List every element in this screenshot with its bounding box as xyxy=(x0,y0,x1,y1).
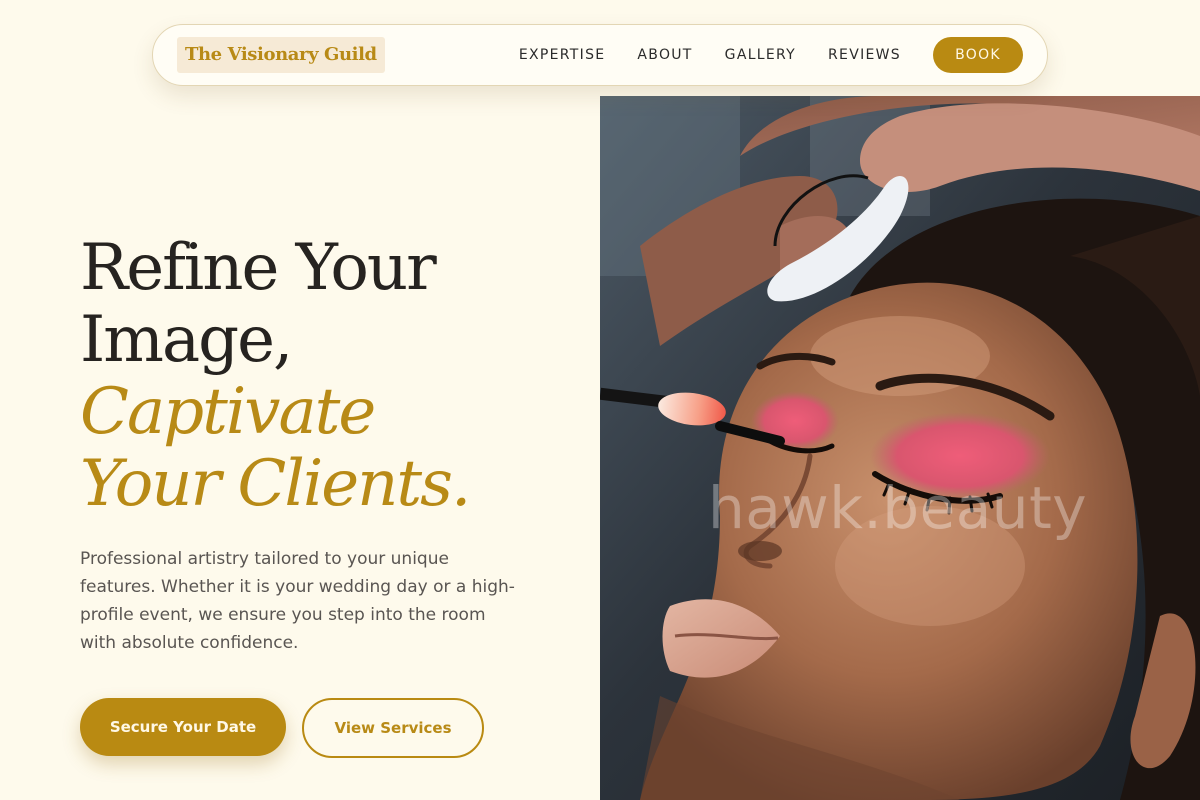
hero-headline: Refine Your Image, Captivate Your Client… xyxy=(80,231,471,521)
brand-logo[interactable]: The Visionary Guild xyxy=(177,37,385,73)
nav-link-gallery[interactable]: GALLERY xyxy=(725,47,796,63)
view-services-button[interactable]: View Services xyxy=(302,698,484,758)
hero-makeup-photo: hawk.beauty xyxy=(600,96,1200,800)
headline-accent-1: Captivate xyxy=(80,375,376,449)
headline-accent-2: Your Clients. xyxy=(80,447,471,521)
hero-description: Professional artistry tailored to your u… xyxy=(80,549,515,653)
image-watermark: hawk.beauty xyxy=(708,474,1088,542)
nav-link-reviews[interactable]: REVIEWS xyxy=(828,47,901,63)
headline-line-2: Image, xyxy=(80,303,293,377)
headline-line-1: Refine Your xyxy=(80,231,437,305)
nav-links: EXPERTISE ABOUT GALLERY REVIEWS xyxy=(519,25,901,85)
book-button[interactable]: BOOK xyxy=(933,37,1023,73)
makeup-illustration xyxy=(600,96,1200,800)
secure-date-button[interactable]: Secure Your Date xyxy=(80,698,286,756)
nav-link-expertise[interactable]: EXPERTISE xyxy=(519,47,606,63)
nav-link-about[interactable]: ABOUT xyxy=(637,47,692,63)
top-navigation: The Visionary Guild EXPERTISE ABOUT GALL… xyxy=(152,24,1048,86)
